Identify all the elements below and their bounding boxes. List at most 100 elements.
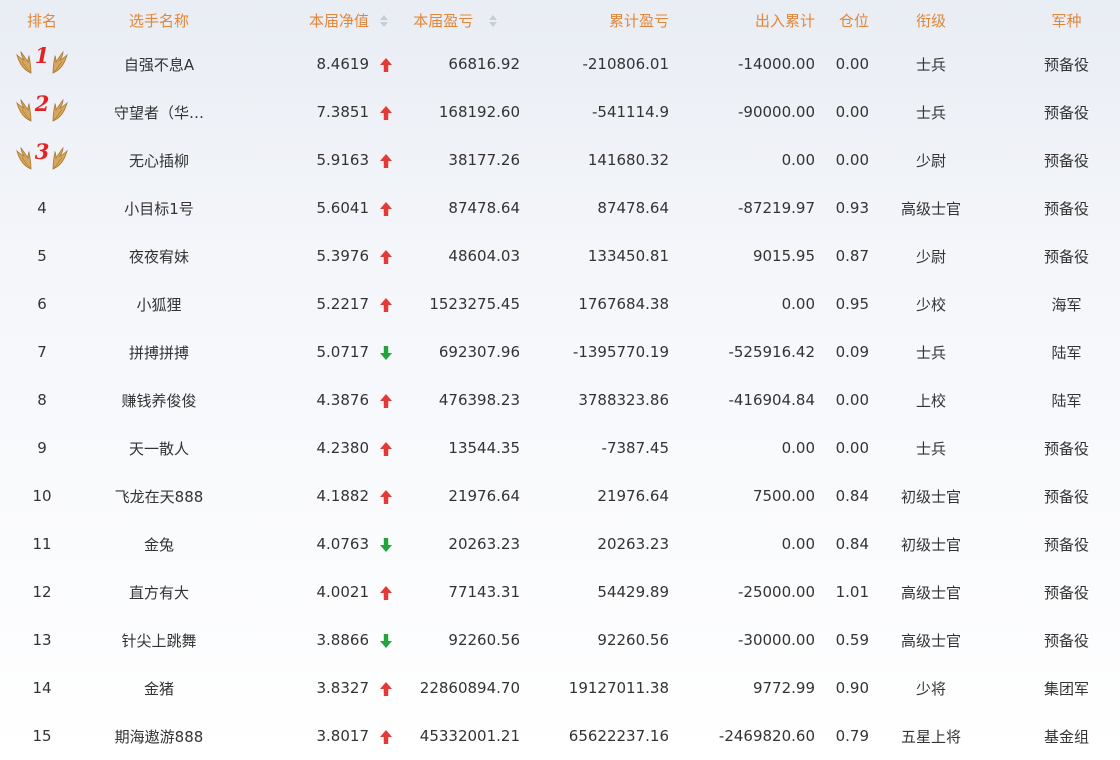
trend-up-icon [380, 201, 392, 216]
cell-cumulative-profit: 1767684.38 [578, 295, 669, 313]
cell-military-rank: 上校 [915, 391, 946, 410]
cell-cumulative-profit: 19127011.38 [568, 679, 669, 697]
table-row[interactable]: 2 守望者（华… 7.3851 168192.60 -541114.9 -90000.00… [0, 88, 1120, 136]
cell-position: 0.79 [835, 727, 869, 745]
cell-nav: 3.8327 [316, 679, 370, 697]
cell-player-name[interactable]: 小目标1号 [84, 198, 234, 219]
table-row[interactable]: 10 飞龙在天888 4.1882 21976.64 21976.64 7500.00 0.… [0, 472, 1120, 520]
cell-inout: -90000.00 [738, 103, 815, 121]
cell-cumulative-profit: 3788323.86 [578, 391, 669, 409]
cell-player-name[interactable]: 直方有大 [84, 582, 234, 603]
header-branch[interactable]: 军种 [979, 10, 1120, 31]
cell-rank: 14 [0, 679, 84, 697]
cell-position: 1.01 [835, 583, 869, 601]
rank-number: 13 [32, 631, 52, 649]
cell-inout: 0.00 [781, 151, 815, 169]
cell-cumulative-profit: 133450.81 [587, 247, 669, 265]
trend-up-icon [380, 297, 392, 312]
header-current-profit-label[interactable]: 本届盈亏 [413, 12, 473, 30]
cell-nav: 4.3876 [316, 391, 370, 409]
cell-current-profit: 38177.26 [448, 151, 520, 169]
rank-medal-icon: 3 [16, 143, 68, 173]
header-nav-sort[interactable] [379, 11, 407, 29]
cell-military-rank: 高级士官 [900, 199, 961, 218]
rank-number: 7 [37, 343, 47, 361]
cell-trend [379, 583, 407, 601]
cell-current-profit: 48604.03 [448, 247, 520, 265]
cell-current-profit: 20263.23 [448, 535, 520, 553]
rank-number: 6 [37, 295, 47, 313]
cell-player-name[interactable]: 拼搏拼搏 [84, 342, 234, 363]
cell-inout: -30000.00 [738, 631, 815, 649]
sort-updown-icon[interactable] [488, 14, 498, 28]
cell-current-profit: 87478.64 [448, 199, 520, 217]
table-row[interactable]: 12 直方有大 4.0021 77143.31 54429.89 -25000.00 1.0… [0, 568, 1120, 616]
rank-number: 8 [37, 391, 47, 409]
cell-rank: 11 [0, 535, 84, 553]
cell-rank: 7 [0, 343, 84, 361]
table-row[interactable]: 9 天一散人 4.2380 13544.35 -7387.45 0.00 0.00 士兵 预备役 [0, 424, 1120, 472]
cell-player-name[interactable]: 期海遨游888 [84, 726, 234, 747]
cell-nav: 5.6041 [316, 199, 370, 217]
header-name[interactable]: 选手名称 [84, 10, 234, 31]
cell-player-name[interactable]: 夜夜宥妹 [84, 246, 234, 267]
cell-player-name[interactable]: 针尖上跳舞 [84, 630, 234, 651]
header-position[interactable]: 仓位 [815, 10, 869, 31]
cell-branch: 预备役 [1043, 535, 1089, 554]
rank-number: 5 [37, 247, 47, 265]
cell-cumulative-profit: 92260.56 [597, 631, 669, 649]
cell-position: 0.84 [835, 487, 869, 505]
table-row[interactable]: 5 夜夜宥妹 5.3976 48604.03 133450.81 9015.95 0.87 少… [0, 232, 1120, 280]
cell-trend [379, 295, 407, 313]
header-military-rank[interactable]: 衔级 [869, 10, 979, 31]
table-row[interactable]: 11 金兔 4.0763 20263.23 20263.23 0.00 0.84 初级士官 预备… [0, 520, 1120, 568]
header-nav-label[interactable]: 本届净值 [309, 12, 369, 30]
table-row[interactable]: 1 自强不息A 8.4619 66816.92 -210806.01 -14000.00 0… [0, 40, 1120, 88]
trend-up-icon [380, 249, 392, 264]
cell-current-profit: 476398.23 [438, 391, 520, 409]
header-cumulative-profit[interactable]: 累计盈亏 [520, 10, 669, 31]
table-row[interactable]: 6 小狐狸 5.2217 1523275.45 1767684.38 0.00 0.95 少校… [0, 280, 1120, 328]
cell-branch: 预备役 [1043, 583, 1089, 602]
cell-player-name[interactable]: 自强不息A [84, 54, 234, 75]
cell-branch: 预备役 [1043, 487, 1089, 506]
trend-up-icon [380, 585, 392, 600]
table-row[interactable]: 7 拼搏拼搏 5.0717 692307.96 -1395770.19 -525916.4… [0, 328, 1120, 376]
table-row[interactable]: 14 金猪 3.8327 22860894.70 19127011.38 9772.99 0… [0, 664, 1120, 712]
cell-player-name[interactable]: 金猪 [84, 678, 234, 699]
header-nav[interactable]: 本届净值 [234, 10, 379, 31]
cell-rank: 12 [0, 583, 84, 601]
table-row[interactable]: 13 针尖上跳舞 3.8866 92260.56 92260.56 -30000.00 0.… [0, 616, 1120, 664]
cell-cumulative-profit: 65622237.16 [568, 727, 669, 745]
cell-player-name[interactable]: 金兔 [84, 534, 234, 555]
header-inout[interactable]: 出入累计 [669, 10, 815, 31]
table-row[interactable]: 8 赚钱养俊俊 4.3876 476398.23 3788323.86 -416904.8… [0, 376, 1120, 424]
cell-military-rank: 士兵 [915, 343, 946, 362]
cell-position: 0.00 [835, 439, 869, 457]
cell-trend [379, 631, 407, 649]
cell-trend [379, 391, 407, 409]
cell-cumulative-profit: 87478.64 [597, 199, 669, 217]
cell-position: 0.00 [835, 151, 869, 169]
table-row[interactable]: 3 无心插柳 5.9163 38177.26 141680.32 0.00 0.00 少尉 预备… [0, 136, 1120, 184]
cell-nav: 4.0763 [316, 535, 370, 553]
cell-branch: 海军 [1051, 295, 1082, 314]
table-row[interactable]: 4 小目标1号 5.6041 87478.64 87478.64 -87219.97 0.9… [0, 184, 1120, 232]
header-current-profit[interactable]: 本届盈亏 [407, 10, 520, 31]
header-rank[interactable]: 排名 [0, 10, 84, 31]
cell-player-name[interactable]: 天一散人 [84, 438, 234, 459]
cell-player-name[interactable]: 飞龙在天888 [84, 486, 234, 507]
sort-updown-icon[interactable] [379, 14, 389, 28]
cell-player-name[interactable]: 赚钱养俊俊 [84, 390, 234, 411]
table-row[interactable]: 15 期海遨游888 3.8017 45332001.21 65622237.16 -24… [0, 712, 1120, 760]
cell-trend [379, 199, 407, 217]
cell-current-profit: 66816.92 [448, 55, 520, 73]
cell-nav: 5.9163 [316, 151, 370, 169]
cell-rank: 15 [0, 727, 84, 745]
cell-player-name[interactable]: 守望者（华… [84, 102, 234, 123]
cell-nav: 3.8017 [316, 727, 370, 745]
trend-up-icon [380, 681, 392, 696]
cell-player-name[interactable]: 小狐狸 [84, 294, 234, 315]
cell-player-name[interactable]: 无心插柳 [84, 150, 234, 171]
cell-current-profit: 45332001.21 [419, 727, 520, 745]
